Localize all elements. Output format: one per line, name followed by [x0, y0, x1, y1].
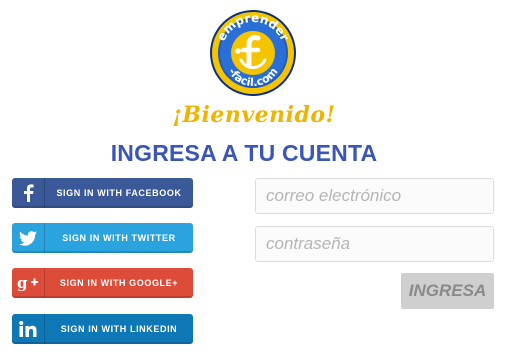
- welcome-text: ¡Bienvenido!: [172, 102, 336, 128]
- google-plus-signin-button[interactable]: g SIGN IN WITH GOOGLE+: [12, 268, 193, 298]
- page-title: INGRESA A TU CUENTA: [110, 140, 378, 166]
- twitter-icon: [12, 223, 44, 253]
- email-field[interactable]: [255, 178, 494, 214]
- login-submit-button[interactable]: INGRESA: [401, 273, 494, 309]
- twitter-signin-label: SIGN IN WITH TWITTER: [62, 233, 176, 243]
- linkedin-signin-label: SIGN IN WITH LINKEDIN: [60, 324, 178, 334]
- linkedin-signin-button[interactable]: SIGN IN WITH LINKEDIN: [12, 314, 193, 344]
- password-field[interactable]: [255, 226, 494, 262]
- emprender-facil-logo: emprender -facil.com: [208, 8, 298, 98]
- facebook-signin-label: SIGN IN WITH FACEBOOK: [56, 188, 182, 198]
- twitter-signin-button[interactable]: SIGN IN WITH TWITTER: [12, 223, 193, 253]
- svg-text:g: g: [17, 275, 28, 291]
- linkedin-icon: [12, 314, 44, 344]
- google-plus-icon: g: [12, 268, 44, 298]
- facebook-icon: [12, 178, 44, 208]
- google-plus-signin-label: SIGN IN WITH GOOGLE+: [59, 278, 179, 288]
- facebook-signin-button[interactable]: SIGN IN WITH FACEBOOK: [12, 178, 193, 208]
